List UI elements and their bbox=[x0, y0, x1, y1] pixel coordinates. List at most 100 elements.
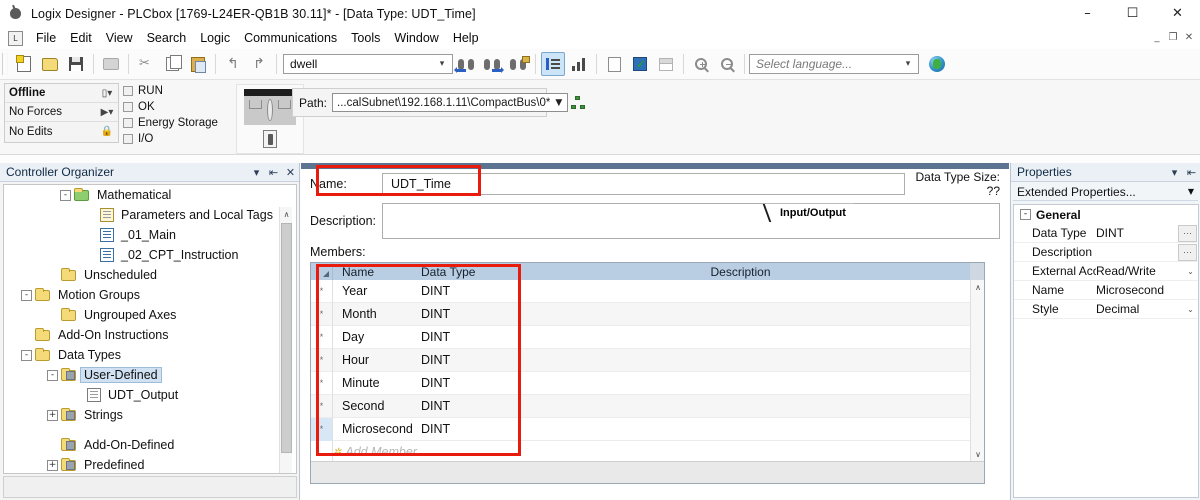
collapse-icon[interactable]: - bbox=[1020, 209, 1031, 220]
member-row-selector[interactable]: * bbox=[311, 372, 333, 395]
chevron-down-icon[interactable]: ▾ bbox=[434, 59, 450, 69]
minimize-button[interactable]: – bbox=[1065, 0, 1110, 27]
open-file-icon[interactable] bbox=[38, 52, 62, 76]
zoom-in-icon[interactable] bbox=[689, 52, 713, 76]
copy-icon[interactable] bbox=[160, 52, 184, 76]
member-row-selector[interactable]: * bbox=[311, 280, 333, 303]
tree-item-udt-output[interactable]: UDT_Output bbox=[4, 385, 296, 405]
collapse-icon[interactable]: - bbox=[21, 350, 32, 361]
column-header-data-type[interactable]: Data Type bbox=[421, 265, 511, 279]
tree-item-mathematical[interactable]: -Mathematical bbox=[4, 185, 296, 205]
member-row[interactable]: *MonthDINT bbox=[311, 303, 984, 326]
dropdown-menu-icon[interactable]: ▾ bbox=[1166, 166, 1183, 179]
verify-routine-icon[interactable] bbox=[602, 52, 626, 76]
redo-icon[interactable]: ↱ bbox=[247, 52, 271, 76]
controller-organizer-toggle-icon[interactable] bbox=[541, 52, 565, 76]
member-row[interactable]: *YearDINT bbox=[311, 280, 984, 303]
member-name-cell[interactable]: Second bbox=[333, 399, 421, 413]
pin-icon[interactable]: ⇤ bbox=[1183, 166, 1200, 179]
mdi-minimize-button[interactable]: _ bbox=[1149, 28, 1165, 46]
tree-item-strings[interactable]: +Strings bbox=[4, 405, 296, 425]
language-select[interactable]: Select language... ▾ bbox=[749, 54, 919, 74]
member-data-type-cell[interactable]: DINT bbox=[421, 399, 511, 413]
property-value[interactable]: DINT bbox=[1096, 226, 1178, 240]
ellipsis-button[interactable]: ··· bbox=[1178, 225, 1197, 242]
member-row[interactable]: *SecondDINT bbox=[311, 395, 984, 418]
member-name-cell[interactable]: Microsecond bbox=[333, 422, 421, 436]
chevron-down-icon[interactable]: ▾ bbox=[900, 59, 916, 69]
grid-scroll-down-icon[interactable]: ∨ bbox=[971, 447, 985, 461]
property-row[interactable]: StyleDecimal⌄ bbox=[1014, 300, 1198, 319]
grid-scroll-up-icon[interactable]: ∧ bbox=[971, 280, 985, 294]
data-type-name-input[interactable]: UDT_Time bbox=[382, 173, 905, 195]
path-combo[interactable]: ...calSubnet\192.168.1.11\CompactBus\0* … bbox=[332, 93, 568, 112]
menu-item-edit[interactable]: Edit bbox=[63, 29, 99, 47]
member-row[interactable]: *HourDINT bbox=[311, 349, 984, 372]
find-all-icon[interactable] bbox=[506, 52, 530, 76]
paste-icon[interactable] bbox=[186, 52, 210, 76]
globe-icon[interactable] bbox=[925, 52, 949, 76]
memory-card-icon[interactable] bbox=[263, 130, 277, 148]
zoom-out-icon[interactable] bbox=[715, 52, 739, 76]
members-grid-scrollbar[interactable]: ∧ ∨ bbox=[970, 280, 984, 483]
member-data-type-cell[interactable]: DINT bbox=[421, 330, 511, 344]
toolbar-grip[interactable] bbox=[2, 53, 8, 75]
close-panel-icon[interactable]: ✕ bbox=[282, 166, 299, 179]
chevron-down-icon[interactable]: ▼ bbox=[1184, 187, 1198, 196]
scrollbar-thumb[interactable] bbox=[281, 223, 292, 453]
tree-item-data-types[interactable]: -Data Types bbox=[4, 345, 296, 365]
property-row[interactable]: Description··· bbox=[1014, 243, 1198, 262]
member-name-cell[interactable]: Year bbox=[333, 284, 421, 298]
verify-controller-icon[interactable] bbox=[628, 52, 652, 76]
ellipsis-button[interactable]: ··· bbox=[1178, 244, 1197, 261]
pin-icon[interactable]: ⇤ bbox=[265, 166, 282, 179]
find-next-icon[interactable] bbox=[480, 52, 504, 76]
member-row-selector[interactable]: * bbox=[311, 395, 333, 418]
undo-icon[interactable]: ↰ bbox=[221, 52, 245, 76]
tab-input-output[interactable]: Input/Output bbox=[766, 203, 854, 221]
status-row-forces[interactable]: No Forces ▶▾ bbox=[5, 103, 118, 122]
collapse-icon[interactable]: - bbox=[47, 370, 58, 381]
expand-icon[interactable]: + bbox=[47, 460, 58, 471]
tree-item-01-main[interactable]: _01_Main bbox=[4, 225, 296, 245]
property-row[interactable]: Data TypeDINT··· bbox=[1014, 224, 1198, 243]
member-data-type-cell[interactable]: DINT bbox=[421, 353, 511, 367]
close-button[interactable]: ✕ bbox=[1155, 0, 1200, 27]
maximize-button[interactable]: ☐ bbox=[1110, 0, 1155, 27]
member-row[interactable]: *MicrosecondDINT bbox=[311, 418, 984, 441]
mdi-app-icon[interactable]: L bbox=[8, 31, 23, 46]
member-name-cell[interactable]: Month bbox=[333, 307, 421, 321]
member-row-selector[interactable]: * bbox=[311, 349, 333, 372]
print-icon[interactable] bbox=[99, 52, 123, 76]
status-row-offline[interactable]: Offline ▯▾ bbox=[5, 84, 118, 103]
tree-item-parameters-and-local-tags[interactable]: Parameters and Local Tags bbox=[4, 205, 296, 225]
menu-item-communications[interactable]: Communications bbox=[237, 29, 344, 47]
new-file-icon[interactable] bbox=[12, 52, 36, 76]
collapse-icon[interactable]: - bbox=[60, 190, 71, 201]
network-browse-icon[interactable] bbox=[571, 93, 585, 113]
search-input[interactable]: dwell ▾ bbox=[283, 54, 453, 74]
column-header-name[interactable]: Name bbox=[333, 265, 421, 279]
status-row-edits[interactable]: No Edits 🔒 bbox=[5, 122, 118, 141]
tree-item-motion-groups[interactable]: -Motion Groups bbox=[4, 285, 296, 305]
column-header-description[interactable]: Description bbox=[511, 265, 970, 279]
mdi-close-button[interactable]: ✕ bbox=[1181, 28, 1197, 46]
mdi-restore-button[interactable]: ❐ bbox=[1165, 28, 1181, 46]
member-data-type-cell[interactable]: DINT bbox=[421, 422, 511, 436]
member-row[interactable]: *MinuteDINT bbox=[311, 372, 984, 395]
tree-item-user-defined[interactable]: -User-Defined bbox=[4, 365, 296, 385]
chevron-down-icon[interactable]: ⌄ bbox=[1183, 305, 1198, 314]
find-previous-icon[interactable] bbox=[454, 52, 478, 76]
menu-item-search[interactable]: Search bbox=[140, 29, 194, 47]
chevron-down-icon[interactable]: ▼ bbox=[550, 98, 567, 108]
member-name-cell[interactable]: Minute bbox=[333, 376, 421, 390]
organizer-scrollbar[interactable]: ∧ ∨ bbox=[279, 207, 292, 474]
dropdown-menu-icon[interactable]: ▾ bbox=[248, 166, 265, 179]
menu-item-file[interactable]: File bbox=[29, 29, 63, 47]
forces-arrow-icon[interactable]: ▶▾ bbox=[96, 107, 118, 118]
select-all-corner[interactable] bbox=[311, 263, 333, 280]
menu-item-view[interactable]: View bbox=[99, 29, 140, 47]
cross-reference-icon[interactable] bbox=[567, 52, 591, 76]
scroll-up-icon[interactable]: ∧ bbox=[280, 207, 293, 221]
tree-item-unscheduled[interactable]: Unscheduled bbox=[4, 265, 296, 285]
